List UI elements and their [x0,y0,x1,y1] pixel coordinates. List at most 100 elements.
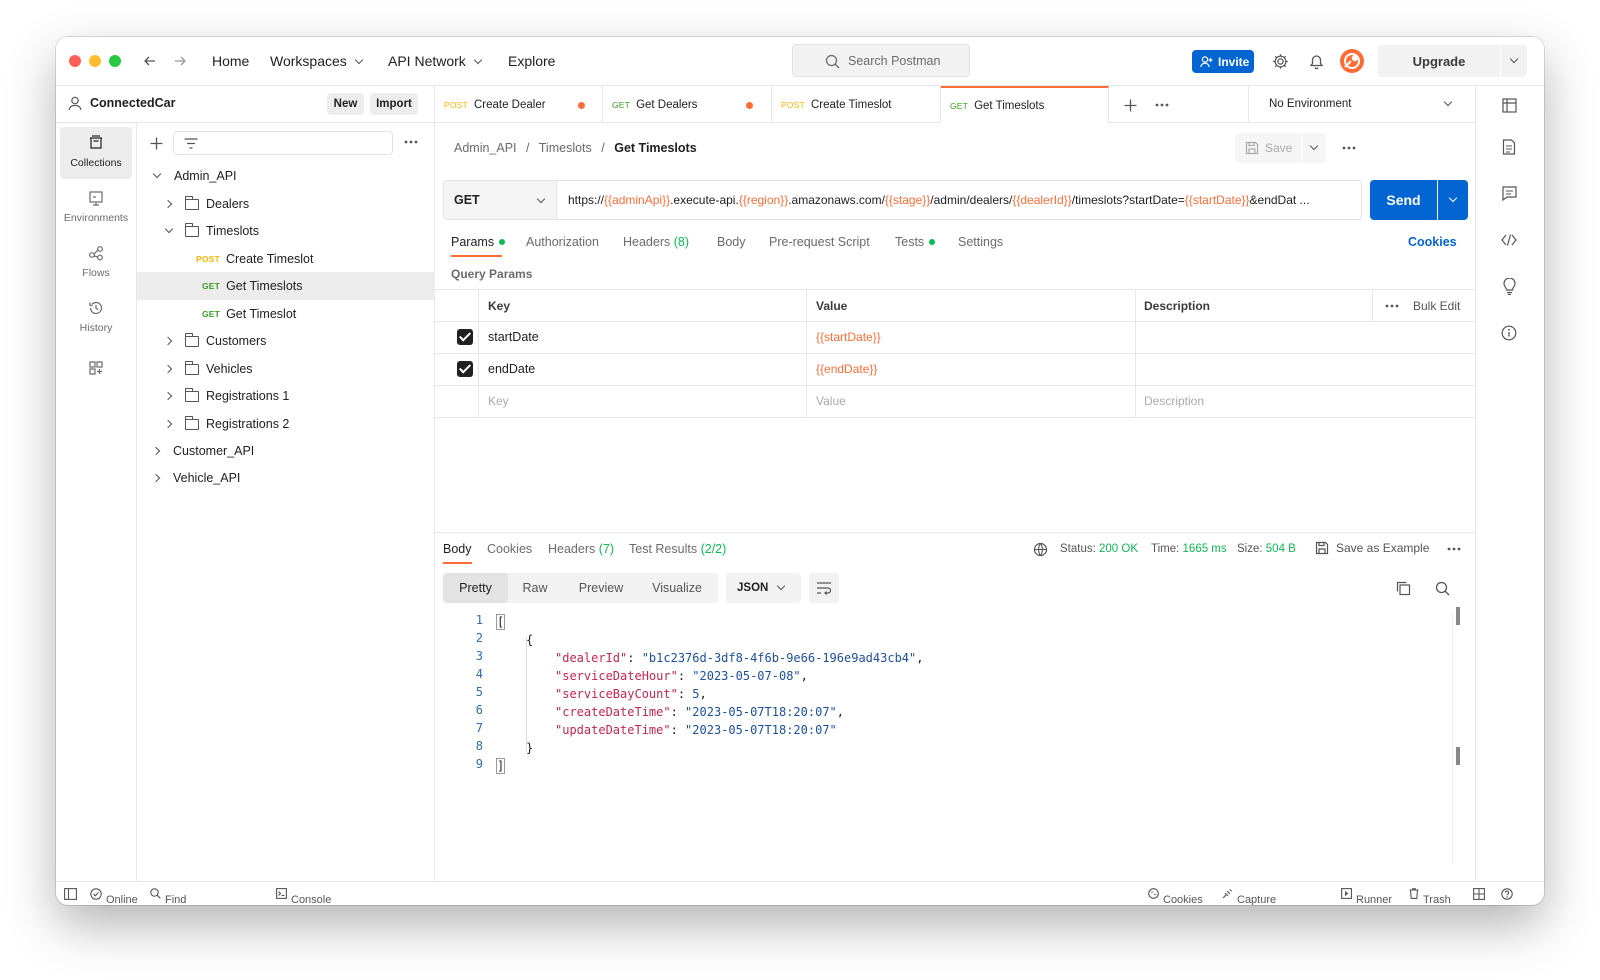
tab-authorization[interactable]: Authorization [526,235,599,249]
forward-arrow-icon[interactable] [170,51,190,71]
send-button[interactable]: Send [1370,180,1437,220]
param-value[interactable]: {{endDate}} [816,362,877,376]
bulk-edit-link[interactable]: Bulk Edit [1413,299,1460,313]
avatar[interactable] [1340,49,1364,73]
view-pretty[interactable]: Pretty [443,573,508,603]
gear-icon[interactable] [1270,51,1290,71]
bell-icon[interactable] [1306,51,1326,71]
import-button[interactable]: Import [370,93,418,115]
back-arrow-icon[interactable] [140,51,160,71]
nav-workspaces[interactable]: Workspaces [270,53,364,69]
view-preview[interactable]: Preview [568,573,634,603]
rail-configure[interactable] [60,352,132,382]
tab-prerequest-script[interactable]: Pre-request Script [769,235,870,249]
copy-icon[interactable] [1395,580,1411,596]
help-icon[interactable] [1501,888,1513,900]
tab-settings[interactable]: Settings [958,235,1003,249]
tree-request-get-timeslots[interactable]: GET Get Timeslots [137,272,435,300]
url-input[interactable]: https://{{adminApi}} .execute-api. {{regio… [557,180,1362,220]
environment-select[interactable]: No Environment [1248,86,1475,123]
response-body-editor[interactable]: 1 2 3 4 5 6 7 8 9 [ { "dealerId": "b1c23… [435,607,1475,863]
tab-params[interactable]: Params [451,235,506,249]
format-select[interactable]: JSON [726,573,801,603]
tab-create-timeslot[interactable]: POST Create Timeslot [772,86,941,123]
rail-environments[interactable]: Environments [60,182,132,234]
search-icon[interactable] [1434,580,1450,596]
info-icon[interactable] [1500,324,1518,342]
param-enabled-checkbox[interactable] [457,361,473,377]
new-button[interactable]: New [327,93,364,115]
upgrade-button[interactable]: Upgrade [1378,45,1500,77]
maximize-window-button[interactable] [109,55,121,67]
tree-request-get-timeslot[interactable]: GET Get Timeslot [137,300,435,328]
new-tab-button[interactable] [1121,96,1139,114]
param-enabled-checkbox[interactable] [457,329,473,345]
tab-headers[interactable]: Headers (8) [623,235,689,249]
lightbulb-icon[interactable] [1500,277,1518,295]
tree-folder-dealers[interactable]: Dealers [137,190,435,218]
documentation-icon[interactable] [1500,138,1518,156]
tabs-more-icon[interactable] [1153,98,1171,112]
close-window-button[interactable] [69,55,81,67]
tree-folder-vehicles[interactable]: Vehicles [137,355,435,383]
new-param-value-input[interactable]: Value [816,394,846,408]
send-dropdown-button[interactable] [1438,180,1468,220]
tab-tests[interactable]: Tests [895,235,936,249]
rail-history[interactable]: History [60,292,132,344]
tree-collection-customer-api[interactable]: Customer_API [137,437,435,465]
method-select[interactable]: GET [443,180,557,220]
tree-folder-registrations-2[interactable]: Registrations 2 [137,410,435,438]
response-tab-test-results[interactable]: Test Results (2/2) [629,542,726,556]
nav-explore[interactable]: Explore [508,53,555,69]
view-visualize[interactable]: Visualize [642,573,712,603]
tree-request-create-timeslot[interactable]: POST Create Timeslot [137,245,435,273]
console-button[interactable]: Console [276,888,331,905]
layout-icon[interactable] [1473,888,1485,900]
tree-collection-vehicle-api[interactable]: Vehicle_API [137,464,435,492]
comments-icon[interactable] [1500,184,1518,202]
new-param-key-input[interactable]: Key [488,394,509,408]
more-options-icon[interactable] [402,135,420,149]
rail-flows[interactable]: Flows [60,237,132,289]
upgrade-dropdown-button[interactable] [1501,45,1527,77]
tree-folder-customers[interactable]: Customers [137,327,435,355]
view-raw[interactable]: Raw [510,573,560,603]
tab-body[interactable]: Body [717,235,746,249]
breadcrumb-folder[interactable]: Timeslots [539,141,592,155]
cookies-link[interactable]: Cookies [1408,235,1457,249]
tree-folder-timeslots[interactable]: Timeslots [137,217,435,245]
capture-requests-button[interactable]: Capture requests [1222,888,1276,905]
code-icon[interactable] [1500,231,1518,249]
save-button[interactable]: Save [1235,133,1301,163]
breadcrumb-collection[interactable]: Admin_API [454,141,517,155]
nav-home[interactable]: Home [212,53,249,69]
param-key[interactable]: endDate [488,362,535,376]
cookies-button[interactable]: Cookies [1148,888,1203,905]
param-value[interactable]: {{startDate}} [816,330,881,344]
response-tab-cookies[interactable]: Cookies [487,542,532,556]
tree-folder-registrations-1[interactable]: Registrations 1 [137,382,435,410]
tab-get-timeslots[interactable]: GET Get Timeslots [941,86,1109,123]
tree-collection-admin-api[interactable]: Admin_API [137,162,435,190]
online-status[interactable]: Online [90,888,138,905]
runner-button[interactable]: Runner [1341,888,1392,905]
add-collection-button[interactable] [147,134,165,152]
rail-collections[interactable]: Collections [60,127,132,179]
save-dropdown-button[interactable] [1302,133,1326,163]
environment-quicklook-icon[interactable] [1500,96,1518,114]
invite-button[interactable]: Invite [1192,50,1254,73]
param-key[interactable]: startDate [488,330,539,344]
response-more-icon[interactable] [1446,545,1462,553]
trash-button[interactable]: Trash [1409,888,1451,905]
toggle-sidebar-icon[interactable] [64,888,77,900]
wrap-lines-button[interactable] [809,573,839,603]
find-replace-button[interactable]: Find and Replace [150,888,186,905]
tab-get-dealers[interactable]: GET Get Dealers [603,86,772,123]
tab-create-dealer[interactable]: POST Create Dealer [435,86,603,123]
request-more-icon[interactable] [1340,142,1358,154]
response-tab-body[interactable]: Body [443,542,472,556]
nav-api-network[interactable]: API Network [388,53,483,69]
save-as-example-button[interactable]: Save as Example [1315,541,1429,555]
search-input[interactable]: Search Postman [792,44,970,77]
response-tab-headers[interactable]: Headers (7) [548,542,614,556]
